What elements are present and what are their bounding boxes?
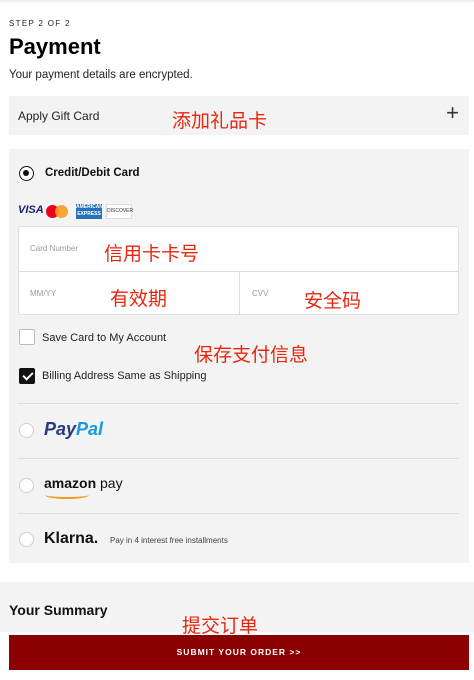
save-card-checkbox[interactable] (19, 329, 35, 345)
paypal-radio[interactable] (19, 423, 34, 438)
plus-icon[interactable]: + (446, 102, 459, 124)
card-number-field[interactable]: Card Number (19, 227, 458, 271)
save-card-label: Save Card to My Account (42, 332, 167, 344)
save-card-annotation: 保存支付信息 (194, 344, 309, 366)
billing-same-label: Billing Address Same as Shipping (42, 370, 207, 382)
divider (18, 513, 459, 514)
amazon-pay-logo: amazon pay (44, 475, 123, 499)
cvv-annotation: 安全码 (304, 290, 362, 312)
discover-logo: DISCOVER (106, 204, 133, 219)
visa-logo: VISA (18, 204, 44, 216)
klarna-radio[interactable] (19, 532, 34, 547)
klarna-logo: Klarna. (44, 530, 99, 547)
step-indicator: STEP 2 OF 2 (9, 19, 71, 28)
billing-same-checkbox[interactable] (19, 368, 35, 384)
amex-logo: AMERICAN EXPRESS (76, 204, 103, 219)
divider (18, 403, 459, 404)
gift-card-label: Apply Gift Card (18, 109, 100, 123)
top-divider (0, 0, 474, 3)
credit-card-radio[interactable] (19, 166, 34, 181)
klarna-subtitle: Pay in 4 interest free installments (110, 536, 228, 545)
amex-logo-text: AMERICAN EXPRESS (76, 204, 103, 217)
card-entry-box: Card Number MM/YY CVV (18, 226, 459, 315)
submit-order-button[interactable]: SUBMIT YOUR ORDER >> (9, 635, 469, 670)
credit-card-label: Credit/Debit Card (45, 167, 140, 179)
submit-annotation: 提交订单 (182, 615, 259, 637)
divider (18, 458, 459, 459)
expiry-placeholder: MM/YY (30, 289, 57, 298)
mastercard-logo (46, 205, 72, 219)
expiry-annotation: 有效期 (110, 288, 168, 310)
card-number-placeholder: Card Number (30, 244, 79, 253)
page-subtitle: Your payment details are encrypted. (9, 69, 193, 81)
amazon-pay-radio[interactable] (19, 478, 34, 493)
paypal-logo: PayPal (44, 419, 104, 439)
page-title: Payment (9, 34, 101, 59)
summary-title: Your Summary (9, 602, 108, 618)
gift-card-annotation: 添加礼品卡 (172, 110, 268, 132)
card-number-annotation: 信用卡卡号 (104, 243, 200, 265)
cvv-placeholder: CVV (252, 289, 269, 298)
